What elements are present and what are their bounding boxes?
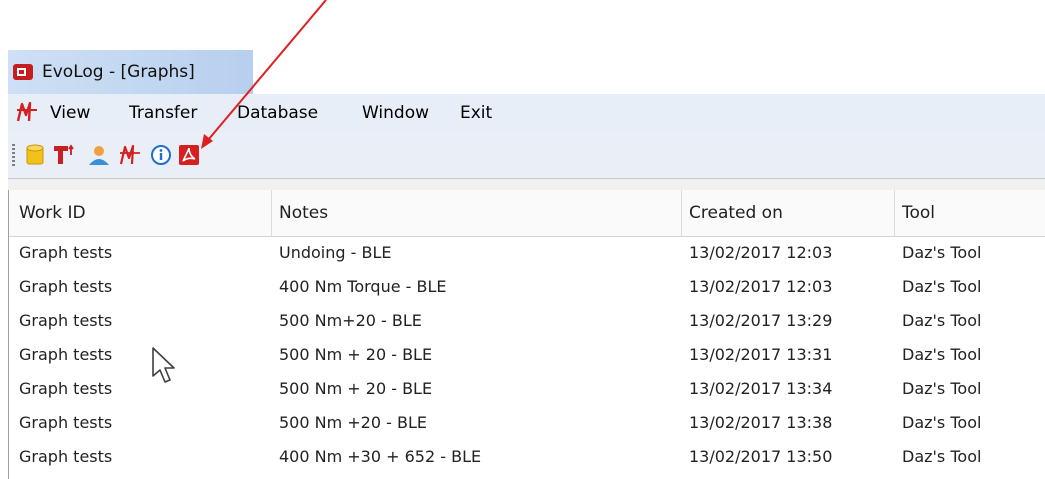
cell-tool: Daz's Tool <box>902 379 982 398</box>
database-button[interactable] <box>22 142 48 168</box>
column-header-tool[interactable]: Tool <box>902 203 935 223</box>
menu-window-label: Window <box>362 103 430 123</box>
cell-work-id: Graph tests <box>19 447 113 466</box>
cell-notes: 500 Nm +20 - BLE <box>279 413 427 432</box>
user-icon <box>89 146 109 165</box>
cell-notes: 400 Nm +30 + 652 - BLE <box>279 447 482 466</box>
table-row[interactable]: Graph tests 400 Nm +30 + 652 - BLE 13/02/2… <box>9 440 1045 474</box>
column-header-work-id[interactable]: Work ID <box>19 203 86 223</box>
mouse-cursor-icon <box>152 347 175 383</box>
cell-tool: Daz's Tool <box>902 277 982 296</box>
cell-created-on: 13/02/2017 13:50 <box>689 447 833 466</box>
info-button[interactable] <box>148 142 174 168</box>
cell-notes: 500 Nm + 20 - BLE <box>279 379 433 398</box>
cell-created-on: 13/02/2017 13:38 <box>689 413 833 432</box>
menu-transfer-label: Transfer <box>129 103 198 123</box>
tool-icon <box>54 144 74 164</box>
cell-created-on: 13/02/2017 12:03 <box>689 243 833 262</box>
column-divider[interactable] <box>894 190 895 236</box>
title-bar-blank <box>253 50 1045 94</box>
graph-button[interactable] <box>118 142 144 168</box>
table-header: Work ID Notes Created on Tool <box>9 190 1045 237</box>
graph-icon <box>119 144 140 165</box>
menu-bar: View Transfer Database Window Exit <box>8 94 1045 132</box>
work-table: Work ID Notes Created on Tool Graph test… <box>8 190 1045 479</box>
cell-work-id: Graph tests <box>19 243 113 262</box>
cell-notes: 500 Nm+20 - BLE <box>279 311 422 330</box>
cell-created-on: 13/02/2017 13:31 <box>689 345 833 364</box>
menu-transfer[interactable]: Transfer <box>129 103 197 123</box>
toolbar-grip[interactable] <box>12 144 15 166</box>
cell-tool: Daz's Tool <box>902 311 982 330</box>
user-button[interactable] <box>86 142 112 168</box>
tool-button[interactable] <box>52 142 78 168</box>
column-divider[interactable] <box>681 190 682 236</box>
pdf-button[interactable] <box>176 142 202 168</box>
table-row[interactable]: Graph tests Undoing - BLE 13/02/2017 12:03… <box>9 236 1045 270</box>
info-icon <box>151 145 171 165</box>
cell-tool: Daz's Tool <box>902 447 982 466</box>
cell-created-on: 13/02/2017 13:34 <box>689 379 833 398</box>
cell-created-on: 13/02/2017 13:29 <box>689 311 833 330</box>
menu-window[interactable]: Window <box>362 103 429 123</box>
cell-tool: Daz's Tool <box>902 243 982 262</box>
database-icon <box>26 144 44 165</box>
app-logo-icon <box>13 64 33 80</box>
app-window: EvoLog - [Graphs] View Transfer Database… <box>8 50 1045 479</box>
toolbar <box>8 132 1045 179</box>
cell-created-on: 13/02/2017 12:03 <box>689 277 833 296</box>
window-title: EvoLog - [Graphs] <box>42 62 195 82</box>
cell-work-id: Graph tests <box>19 311 113 330</box>
cell-notes: 500 Nm + 20 - BLE <box>279 345 433 364</box>
cell-work-id: Graph tests <box>19 379 113 398</box>
title-bar: EvoLog - [Graphs] <box>8 50 253 94</box>
evolog-menu-icon[interactable] <box>15 100 41 124</box>
menu-database-label: Database <box>237 103 319 123</box>
cell-work-id: Graph tests <box>19 277 113 296</box>
menu-database[interactable]: Database <box>237 103 318 123</box>
cell-tool: Daz's Tool <box>902 345 982 364</box>
cell-notes: Undoing - BLE <box>279 243 392 262</box>
menu-exit-label: Exit <box>460 103 493 123</box>
table-row[interactable]: Graph tests 400 Nm Torque - BLE 13/02/2017… <box>9 270 1045 304</box>
table-row[interactable]: Graph tests 500 Nm+20 - BLE 13/02/2017 13:… <box>9 304 1045 338</box>
column-divider[interactable] <box>271 190 272 236</box>
menu-exit[interactable]: Exit <box>460 103 492 123</box>
cell-work-id: Graph tests <box>19 413 113 432</box>
cell-work-id: Graph tests <box>19 345 113 364</box>
cell-notes: 400 Nm Torque - BLE <box>279 277 447 296</box>
menu-view[interactable]: View <box>50 103 90 123</box>
cell-tool: Daz's Tool <box>902 413 982 432</box>
menu-view-label: View <box>50 103 91 123</box>
column-header-notes[interactable]: Notes <box>279 203 328 223</box>
column-header-created-on[interactable]: Created on <box>689 203 783 223</box>
table-row[interactable]: Graph tests 500 Nm +20 - BLE 13/02/2017 13… <box>9 406 1045 440</box>
pdf-icon <box>179 145 199 165</box>
